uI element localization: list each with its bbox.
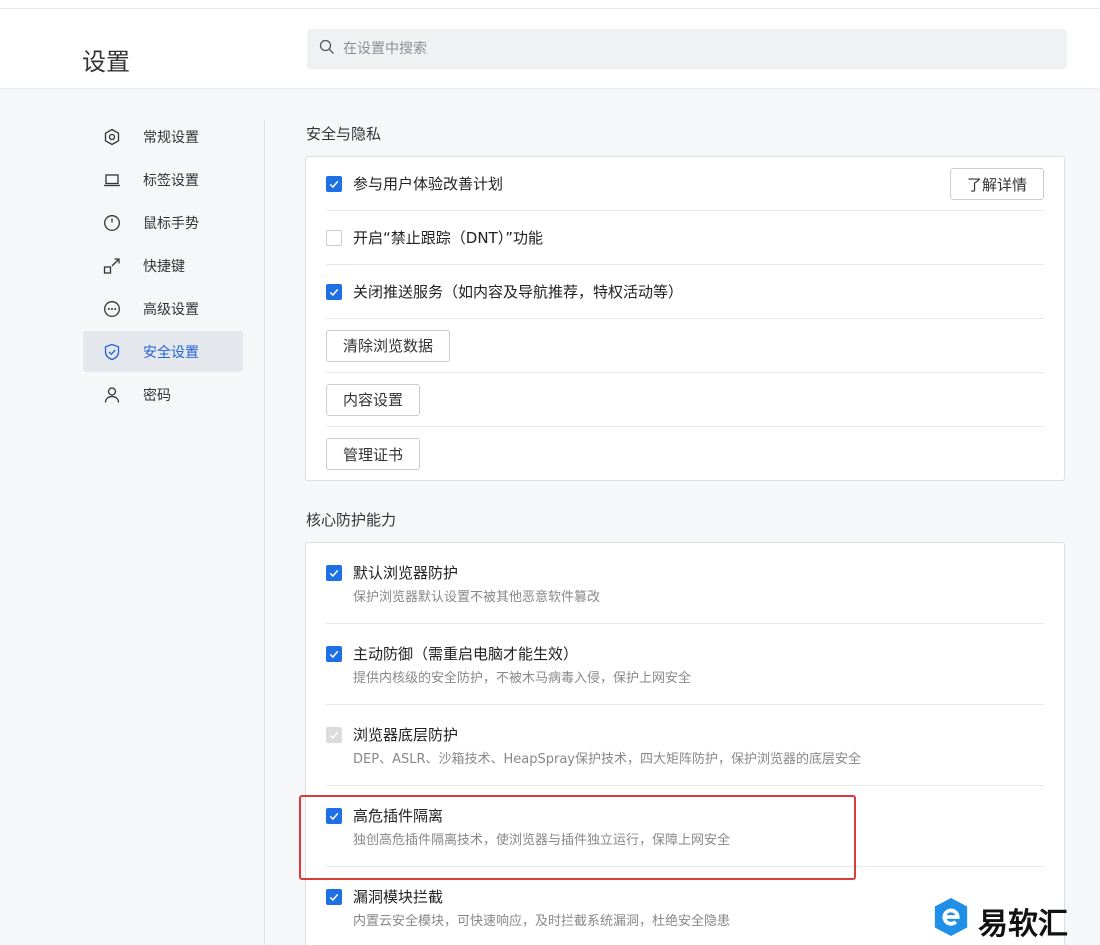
laptop-icon [103, 171, 121, 189]
section-title-protection: 核心防护能力 [306, 511, 397, 529]
protection-item: 默认浏览器防护 保护浏览器默认设置不被其他恶意软件篡改 [326, 543, 1044, 624]
push-service-row: 关闭推送服务（如内容及导航推荐，特权活动等） [326, 265, 1044, 319]
search-box[interactable] [307, 29, 1067, 69]
protection-item: 主动防御（需重启电脑才能生效） 提供内核级的安全防护，不被木马病毒入侵，保护上网… [326, 624, 1044, 705]
improve-program-checkbox[interactable] [326, 175, 342, 192]
protection-desc: 提供内核级的安全防护，不被木马病毒入侵，保护上网安全 [353, 671, 692, 686]
sidebar-item-password[interactable]: 密码 [83, 374, 243, 415]
sidebar-item-label: 快捷键 [143, 258, 185, 275]
sidebar-item-advanced[interactable]: 高级设置 [83, 288, 243, 329]
sidebar-item-label: 鼠标手势 [143, 215, 199, 232]
protection-label: 漏洞模块拦截 [353, 888, 444, 906]
protection-label: 默认浏览器防护 [353, 564, 459, 582]
clear-data-row: 清除浏览数据 [326, 319, 1044, 373]
annotation-highlight-box [299, 795, 856, 880]
search-input[interactable] [343, 41, 1043, 57]
improve-program-row: 参与用户体验改善计划 了解详情 [326, 157, 1044, 211]
watermark-logo: 易软汇 [932, 896, 1068, 945]
sidebar-item-label: 高级设置 [143, 301, 199, 318]
user-icon [103, 386, 121, 404]
content-settings-button[interactable]: 内容设置 [326, 383, 421, 416]
protection-checkbox[interactable] [326, 645, 342, 662]
sidebar: 常规设置 标签设置 鼠标手势 快捷键 高级设置 安全设置 密码 [83, 116, 243, 417]
protection-desc: 保护浏览器默认设置不被其他恶意软件篡改 [353, 590, 601, 605]
sidebar-item-general[interactable]: 常规设置 [83, 116, 243, 157]
improve-program-label: 参与用户体验改善计划 [353, 175, 504, 193]
more-dots-icon [103, 300, 121, 318]
watermark-logo-icon [932, 896, 970, 945]
push-service-checkbox[interactable] [326, 283, 342, 300]
header: 设置 [0, 9, 1100, 89]
protection-checkbox[interactable] [326, 888, 342, 905]
manage-certs-row: 管理证书 [326, 427, 1044, 481]
sidebar-divider [264, 120, 265, 945]
sidebar-item-label: 常规设置 [143, 129, 199, 146]
dnt-checkbox[interactable] [326, 229, 342, 246]
mouse-icon [103, 214, 121, 232]
section-title-privacy: 安全与隐私 [306, 125, 382, 143]
sidebar-item-label: 安全设置 [143, 344, 199, 361]
manage-certificates-button[interactable]: 管理证书 [326, 438, 421, 470]
watermark-text: 易软汇 [978, 907, 1068, 942]
clear-browsing-data-button[interactable]: 清除浏览数据 [326, 329, 451, 362]
sidebar-item-shortcuts[interactable]: 快捷键 [83, 245, 243, 286]
learn-more-button[interactable]: 了解详情 [949, 168, 1044, 200]
protection-desc: DEP、ASLR、沙箱技术、HeapSpray保护技术，四大矩阵防护，保护浏览器… [353, 752, 861, 767]
content-settings-row: 内容设置 [326, 373, 1044, 427]
privacy-card: 参与用户体验改善计划 了解详情 开启“禁止跟踪（DNT）”功能 关闭推送服务（如… [305, 156, 1065, 481]
sidebar-item-label: 密码 [143, 387, 171, 404]
shield-icon [103, 343, 121, 361]
protection-card: 默认浏览器防护 保护浏览器默认设置不被其他恶意软件篡改 主动防御（需重启电脑才能… [305, 542, 1065, 945]
page-title: 设置 [82, 48, 130, 76]
search-icon [319, 39, 335, 59]
sidebar-item-tabs[interactable]: 标签设置 [83, 159, 243, 200]
protection-checkbox-disabled [326, 726, 342, 743]
protection-label: 浏览器底层防护 [353, 726, 459, 744]
protection-checkbox[interactable] [326, 564, 342, 581]
sidebar-item-mouse-gesture[interactable]: 鼠标手势 [83, 202, 243, 243]
protection-desc: 内置云安全模块，可快速响应，及时拦截系统漏洞，杜绝安全隐患 [353, 914, 731, 929]
window-top-strip [0, 0, 1100, 9]
push-service-label: 关闭推送服务（如内容及导航推荐，特权活动等） [353, 283, 684, 301]
sidebar-item-label: 标签设置 [143, 172, 199, 189]
dnt-label: 开启“禁止跟踪（DNT）”功能 [353, 229, 543, 247]
gear-icon [103, 128, 121, 146]
sidebar-item-security[interactable]: 安全设置 [83, 331, 243, 372]
dnt-row: 开启“禁止跟踪（DNT）”功能 [326, 211, 1044, 265]
protection-label: 主动防御（需重启电脑才能生效） [353, 645, 579, 663]
shortcut-arrow-icon [103, 257, 121, 275]
protection-item: 浏览器底层防护 DEP、ASLR、沙箱技术、HeapSpray保护技术，四大矩阵… [326, 705, 1044, 786]
